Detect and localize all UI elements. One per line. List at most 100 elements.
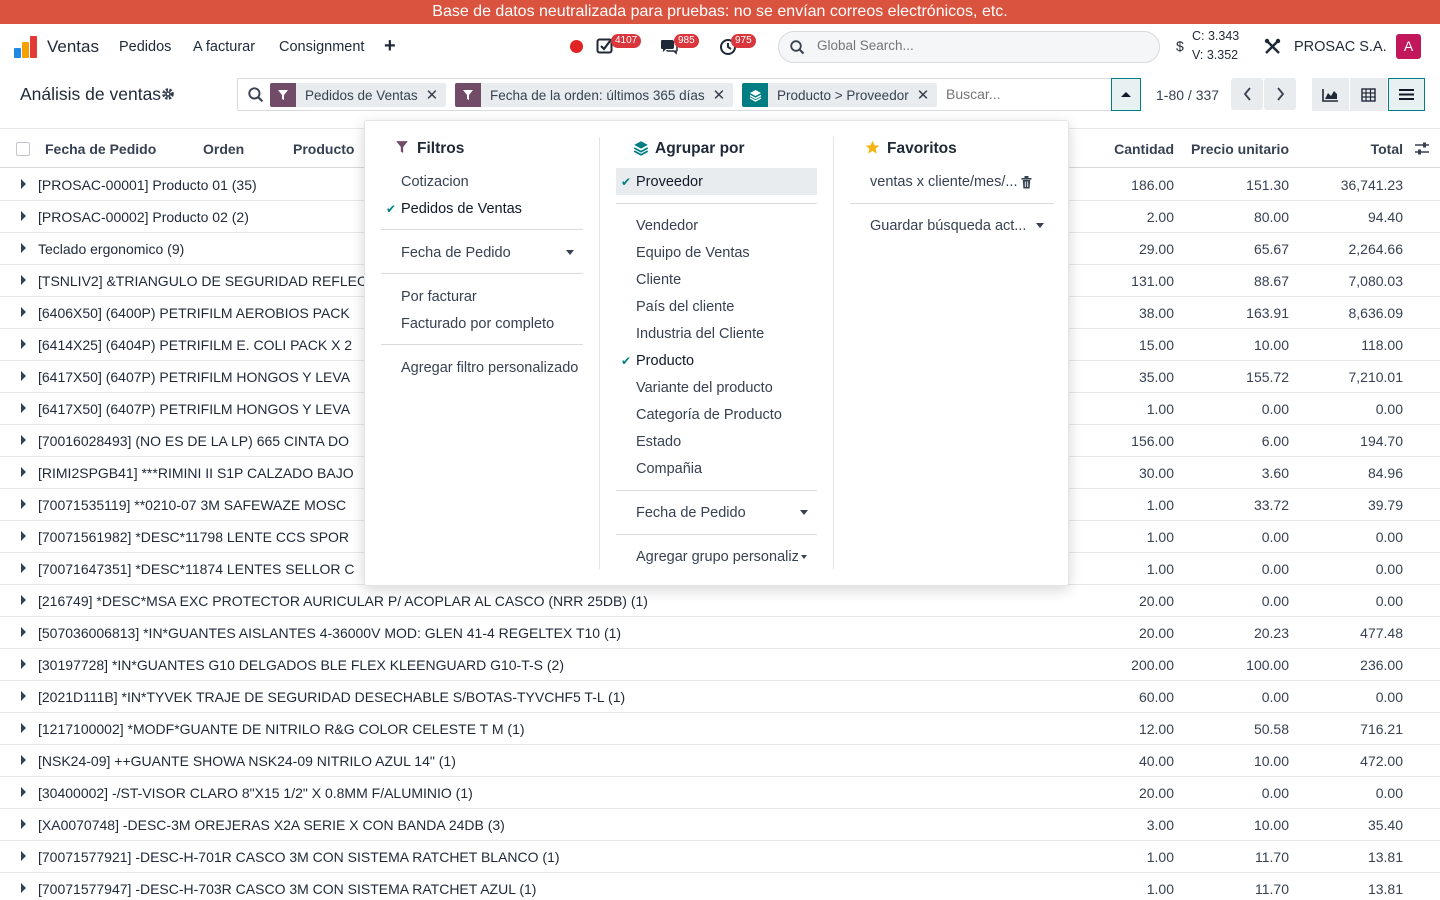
group-row[interactable]: [70071577921] -DESC-H-701R CASCO 3M CON … bbox=[0, 841, 1440, 873]
caret-down-icon[interactable] bbox=[1036, 223, 1044, 228]
column-cantidad[interactable]: Cantidad bbox=[1074, 141, 1174, 157]
caret-right-icon[interactable] bbox=[21, 531, 26, 541]
add-custom-filter[interactable]: Agregar filtro personalizado bbox=[401, 360, 578, 376]
close-icon[interactable]: ✕ bbox=[713, 86, 734, 104]
sales-app-icon[interactable] bbox=[14, 36, 38, 58]
groupby-industria-cliente[interactable]: Industria del Cliente bbox=[636, 326, 764, 342]
groupby-estado[interactable]: Estado bbox=[636, 434, 681, 450]
groupby-variante-producto[interactable]: Variante del producto bbox=[636, 380, 773, 396]
view-graph-button[interactable] bbox=[1312, 78, 1349, 111]
user-avatar[interactable]: A bbox=[1396, 34, 1421, 59]
caret-right-icon[interactable] bbox=[21, 723, 26, 733]
groupby-equipo-ventas[interactable]: Equipo de Ventas bbox=[636, 245, 750, 261]
filter-pedidos-de-ventas[interactable]: ✔ Pedidos de Ventas bbox=[386, 201, 522, 217]
cell-total: 35.40 bbox=[1367, 817, 1403, 833]
group-row[interactable]: [2021D111B] *IN*TYVEK TRAJE DE SEGURIDAD… bbox=[0, 681, 1440, 713]
caret-right-icon[interactable] bbox=[21, 659, 26, 669]
caret-right-icon[interactable] bbox=[21, 243, 26, 253]
search-options-toggle[interactable] bbox=[1111, 78, 1141, 111]
group-name: [6417X50] (6407P) PETRIFILM HONGOS Y LEV… bbox=[38, 369, 351, 385]
groupby-producto[interactable]: ✔ Producto bbox=[621, 353, 694, 369]
group-row[interactable]: [216749] *DESC*MSA EXC PROTECTOR AURICUL… bbox=[0, 585, 1440, 617]
caret-right-icon[interactable] bbox=[21, 467, 26, 477]
search-input[interactable] bbox=[946, 86, 1106, 102]
pager-value[interactable]: 1-80 / 337 bbox=[1156, 87, 1219, 103]
pager-previous-button[interactable] bbox=[1231, 78, 1263, 110]
close-icon[interactable]: ✕ bbox=[917, 86, 938, 104]
global-search-input[interactable] bbox=[817, 38, 1137, 53]
menu-a-facturar[interactable]: A facturar bbox=[193, 39, 255, 55]
group-row[interactable]: [1217100002] *MODF*GUANTE DE NITRILO R&G… bbox=[0, 713, 1440, 745]
caret-right-icon[interactable] bbox=[21, 595, 26, 605]
currency-dollar-icon[interactable]: $ bbox=[1176, 38, 1184, 54]
filter-fecha-pedido[interactable]: Fecha de Pedido bbox=[401, 245, 511, 261]
caret-right-icon[interactable] bbox=[21, 371, 26, 381]
caret-right-icon[interactable] bbox=[21, 755, 26, 765]
save-current-search[interactable]: Guardar búsqueda act... bbox=[870, 218, 1026, 234]
global-search[interactable] bbox=[778, 31, 1160, 63]
cell-total: 236.00 bbox=[1360, 657, 1403, 673]
company-switcher[interactable]: PROSAC S.A. bbox=[1294, 39, 1387, 55]
caret-right-icon[interactable] bbox=[21, 787, 26, 797]
caret-right-icon[interactable] bbox=[21, 627, 26, 637]
caret-right-icon[interactable] bbox=[21, 179, 26, 189]
groupby-cliente[interactable]: Cliente bbox=[636, 272, 681, 288]
view-pivot-button[interactable] bbox=[1350, 78, 1387, 111]
menu-pedidos[interactable]: Pedidos bbox=[119, 39, 171, 55]
menu-add-plus[interactable]: + bbox=[384, 35, 396, 58]
column-fecha-pedido[interactable]: Fecha de Pedido bbox=[45, 141, 156, 157]
caret-right-icon[interactable] bbox=[21, 307, 26, 317]
pager-next-button[interactable] bbox=[1264, 78, 1296, 110]
group-row[interactable]: [70071577947] -DESC-H-703R CASCO 3M CON … bbox=[0, 873, 1440, 900]
close-icon[interactable]: ✕ bbox=[426, 86, 447, 104]
caret-right-icon[interactable] bbox=[21, 211, 26, 221]
group-row[interactable]: [30400002] -/ST-VISOR CLARO 8"X15 1/2" X… bbox=[0, 777, 1440, 809]
caret-right-icon[interactable] bbox=[21, 691, 26, 701]
tools-icon[interactable] bbox=[1264, 38, 1281, 55]
group-row[interactable]: [507036006813] *IN*GUANTES AISLANTES 4-3… bbox=[0, 617, 1440, 649]
caret-right-icon[interactable] bbox=[21, 499, 26, 509]
caret-right-icon[interactable] bbox=[21, 563, 26, 573]
trash-icon[interactable] bbox=[1021, 176, 1032, 189]
groupby-pais-cliente[interactable]: País del cliente bbox=[636, 299, 734, 315]
facet-fecha-orden[interactable]: Fecha de la orden: últimos 365 días ✕ bbox=[455, 83, 734, 107]
column-orden[interactable]: Orden bbox=[203, 141, 244, 157]
caret-right-icon[interactable] bbox=[21, 339, 26, 349]
groupby-fecha-pedido[interactable]: Fecha de Pedido bbox=[636, 505, 746, 521]
caret-down-icon[interactable] bbox=[566, 250, 574, 255]
caret-down-icon[interactable] bbox=[800, 510, 808, 515]
caret-right-icon[interactable] bbox=[21, 819, 26, 829]
add-custom-group[interactable]: Agregar grupo personaliz bbox=[636, 549, 798, 565]
gear-icon[interactable] bbox=[161, 87, 175, 101]
group-row[interactable]: [XA0070748] -DESC-3M OREJERAS X2A SERIE … bbox=[0, 809, 1440, 841]
groupby-compania[interactable]: Compañia bbox=[636, 461, 702, 477]
select-all-checkbox[interactable] bbox=[16, 142, 30, 156]
caret-right-icon[interactable] bbox=[21, 403, 26, 413]
column-precio-unitario[interactable]: Precio unitario bbox=[1180, 141, 1289, 157]
search-panel[interactable]: Pedidos de Ventas ✕ Fecha de la orden: ú… bbox=[237, 78, 1141, 111]
cell-precio-unitario: 88.67 bbox=[1253, 273, 1289, 289]
caret-down-icon[interactable] bbox=[801, 555, 807, 559]
groupby-categoria-producto[interactable]: Categoría de Producto bbox=[636, 407, 782, 423]
groupby-proveedor[interactable]: ✔ Proveedor bbox=[621, 174, 703, 190]
column-total[interactable]: Total bbox=[1300, 141, 1403, 157]
facet-pedidos-de-ventas[interactable]: Pedidos de Ventas ✕ bbox=[270, 83, 447, 107]
filter-cotizacion[interactable]: Cotizacion bbox=[401, 174, 469, 190]
filter-por-facturar[interactable]: Por facturar bbox=[401, 289, 477, 305]
favorite-ventas-cliente-mes[interactable]: ventas x cliente/mes/... bbox=[870, 174, 1017, 190]
recording-indicator-icon[interactable] bbox=[570, 40, 583, 53]
optional-columns-sliders-icon[interactable] bbox=[1414, 141, 1430, 156]
view-list-button[interactable] bbox=[1388, 78, 1425, 111]
filter-facturado-completo[interactable]: Facturado por completo bbox=[401, 316, 554, 332]
group-row[interactable]: [30197728] *IN*GUANTES G10 DELGADOS BLE … bbox=[0, 649, 1440, 681]
column-producto[interactable]: Producto bbox=[293, 141, 354, 157]
caret-right-icon[interactable] bbox=[21, 851, 26, 861]
menu-consignment[interactable]: Consignment bbox=[279, 39, 364, 55]
caret-right-icon[interactable] bbox=[21, 435, 26, 445]
groupby-vendedor[interactable]: Vendedor bbox=[636, 218, 698, 234]
caret-right-icon[interactable] bbox=[21, 883, 26, 893]
facet-groupby-producto-proveedor[interactable]: Producto > Proveedor ✕ bbox=[742, 83, 938, 107]
caret-right-icon[interactable] bbox=[21, 275, 26, 285]
app-name[interactable]: Ventas bbox=[47, 37, 99, 57]
group-row[interactable]: [NSK24-09] ++GUANTE SHOWA NSK24-09 NITRI… bbox=[0, 745, 1440, 777]
